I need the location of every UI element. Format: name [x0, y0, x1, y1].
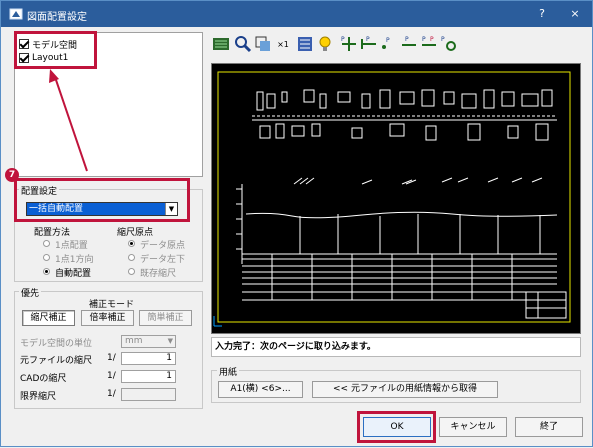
scale-correction-button[interactable]: 縮尺補正 [22, 310, 75, 326]
svg-text:P: P [366, 36, 370, 43]
method-option-1: 1点配置 [55, 241, 88, 251]
point-circle-icon[interactable]: P [440, 35, 458, 55]
origin-radio-1[interactable] [128, 240, 135, 247]
status-message: 入力完了：次のページに取り込みます。 [211, 337, 581, 357]
source-scale-input[interactable]: 1 [121, 352, 176, 365]
drawing-preview-canvas [213, 71, 571, 327]
svg-text:P: P [430, 36, 434, 43]
method-radio-3[interactable] [43, 268, 50, 275]
origin-option-3: 既存縮尺 [140, 269, 177, 279]
chevron-down-icon: ▼ [167, 337, 173, 345]
paper-size-button[interactable]: A1(横) <6>... [218, 381, 303, 398]
svg-text:P: P [386, 37, 390, 44]
cad-scale-prefix: 1/ [107, 371, 116, 381]
limit-scale-input[interactable] [121, 388, 176, 401]
scale-x1-icon[interactable]: ×1 [274, 35, 292, 55]
exit-button[interactable]: 終了 [515, 417, 583, 437]
cad-scale-input[interactable]: 1 [121, 370, 176, 383]
svg-text:P: P [341, 36, 345, 43]
method-label: 配置方法 [34, 228, 71, 238]
point-multi-icon[interactable]: PP [420, 35, 438, 55]
point-line-icon[interactable]: P [400, 35, 418, 55]
correction-mode-label: 補正モード [89, 300, 135, 310]
dialog-window: 図面配置設定 ? × モデル空間 Layout1 7 配置設定 一括自動配置 ▼… [0, 0, 593, 447]
paper-group-label: 用紙 [217, 365, 240, 378]
origin-label: 縮尺原点 [117, 228, 154, 238]
origin-radio-2[interactable] [128, 254, 135, 261]
cancel-button[interactable]: キャンセル [439, 417, 507, 437]
model-unit-select[interactable]: mm ▼ [121, 335, 176, 348]
model-unit-label: モデル空間の単位 [20, 339, 93, 349]
source-scale-prefix: 1/ [107, 353, 116, 363]
toolbar: ×1 P P P P PP P [212, 35, 492, 57]
point-add-icon[interactable]: P [340, 35, 358, 55]
zoom-icon[interactable] [234, 35, 252, 55]
simple-correction-button[interactable]: 簡単補正 [139, 310, 192, 326]
method-radio-2[interactable] [43, 254, 50, 261]
bulb-icon[interactable] [316, 35, 334, 55]
limit-scale-prefix: 1/ [107, 389, 116, 399]
highlight-box-placement [14, 178, 190, 222]
fetch-paper-info-button[interactable]: << 元ファイルの用紙情報から取得 [312, 381, 498, 398]
method-option-3: 自動配置 [55, 269, 92, 279]
highlight-box-ok [357, 411, 436, 443]
layer-icon[interactable] [296, 35, 314, 55]
drawing-icon[interactable] [212, 35, 230, 55]
point-left-icon[interactable]: P [360, 35, 378, 55]
svg-text:P: P [441, 36, 445, 43]
limit-scale-label: 限界縮尺 [20, 392, 57, 402]
drawing-preview[interactable] [211, 63, 581, 334]
origin-radio-3[interactable] [128, 268, 135, 275]
fit-icon[interactable] [254, 35, 272, 55]
priority-group-label: 優先 [19, 286, 42, 299]
svg-text:P: P [405, 36, 409, 43]
svg-text:P: P [422, 36, 426, 43]
origin-option-2: データ左下 [140, 255, 186, 265]
origin-option-1: データ原点 [140, 241, 186, 251]
cad-scale-label: CADの縮尺 [20, 374, 67, 384]
source-scale-label: 元ファイルの縮尺 [20, 356, 93, 366]
method-radio-1[interactable] [43, 240, 50, 247]
method-option-2: 1点1方向 [55, 255, 94, 265]
point-dot-icon[interactable]: P [380, 35, 398, 55]
magnification-correction-button[interactable]: 倍率補正 [81, 310, 134, 326]
model-unit-value: mm [125, 336, 143, 346]
